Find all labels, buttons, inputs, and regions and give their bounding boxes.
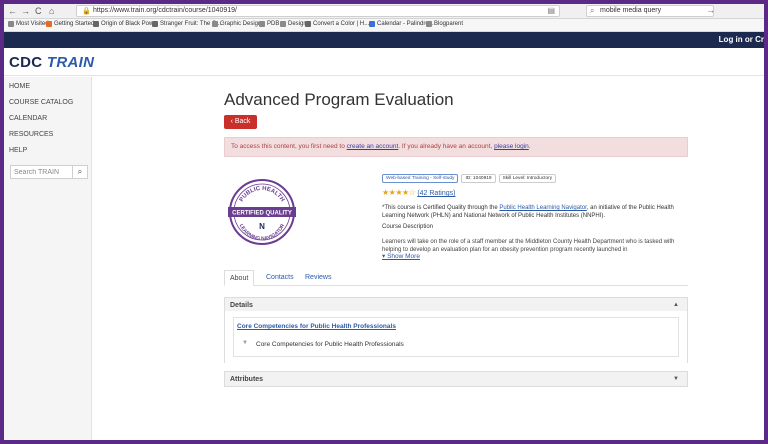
home-icon[interactable]: ⌂ [49,6,54,16]
rating-count-link[interactable]: (42 Ratings) [417,190,455,197]
competency-item: Core Competencies for Public Health Prof… [256,341,404,348]
tag-course-id: ID: 1040919 [461,174,496,183]
login-link-alert[interactable]: please login [494,143,529,150]
certified-quality-badge: PUBLIC HEALTH CERTIFIED QUALITY N LEARNI… [226,176,298,248]
course-tabs: About Contacts Reviews [224,270,688,286]
browser-search-value: mobile media query [600,7,662,14]
site-top-bar: Log in or Cr [4,32,764,48]
bookmark-favicon-icon [305,21,311,27]
badge-ribbon-text: CERTIFIED QUALITY [232,211,292,217]
chevron-down-icon: ▼ [673,376,679,382]
competency-link[interactable]: Core Competencies for Public Health Prof… [237,323,396,330]
bookmark-favicon-icon [152,21,158,27]
bookmark-label: Design [288,21,307,27]
sidebar-item-help[interactable]: HELP [9,147,27,154]
address-bar[interactable]: 🔒 https://www.train.org/cdctrain/course/… [76,5,560,17]
brand-train-text: TRAIN [46,54,95,71]
competency-box: Core Competencies for Public Health Prof… [233,317,679,357]
sidebar-item-resources[interactable]: RESOURCES [9,131,53,138]
bookmark-item[interactable]: Design [280,21,307,27]
tag-skill-level: Skill Level: Introductory [498,174,557,183]
create-account-link[interactable]: create an account [347,143,399,150]
tab-about[interactable]: About [224,270,255,286]
details-panel-body: Core Competencies for Public Health Prof… [224,311,688,363]
expand-triangle-icon[interactable]: ▼ [242,340,248,346]
bookmark-item[interactable]: Graphic Design [212,21,261,27]
sidebar-item-home[interactable]: HOME [9,83,30,90]
search-train-input[interactable] [11,166,71,178]
bookmark-label: Graphic Design [220,21,262,27]
back-arrow-icon[interactable]: ← [8,6,17,16]
attributes-title: Attributes [230,376,264,383]
reader-view-icon[interactable]: ▤ [547,6,555,15]
alert-prefix: To access this content, you first need t… [231,143,347,150]
svg-text:N: N [259,222,265,231]
bookmark-item[interactable]: Blogparent [426,21,463,27]
site-brand-bar: CDC TRAIN [4,48,764,76]
bookmark-item[interactable]: Origin of Black Pow... [93,21,158,27]
bookmark-favicon-icon [426,21,432,27]
alert-suffix: . [528,143,531,150]
forward-arrow-icon[interactable]: → [21,6,30,16]
badge-seal-icon: PUBLIC HEALTH CERTIFIED QUALITY N LEARNI… [228,179,296,245]
lock-icon: 🔒 [82,8,91,15]
bookmark-favicon-icon [46,21,52,27]
search-go-arrow-icon[interactable]: → [706,5,715,15]
login-link[interactable]: Log in or Cr [719,35,764,44]
attributes-panel-header[interactable]: Attributes ▼ [224,371,688,387]
course-tags: Web-based Training - Self-study ID: 1040… [382,174,557,183]
bookmark-favicon-icon [212,21,218,27]
course-description-text: Learners will take on the role of a staf… [382,239,675,253]
bookmark-favicon-icon [8,21,14,27]
bookmark-label: PDB [267,21,280,27]
back-button-label: Back [234,118,251,125]
bookmark-item[interactable]: Calendar - Palindro... [369,21,434,27]
chevron-left-icon: ‹ [230,118,233,125]
bookmark-label: Most Visited [16,21,49,27]
quality-note-prefix: *This course is Certified Quality throug… [382,205,500,211]
bookmark-item[interactable]: Most Visited [8,21,49,27]
bookmark-favicon-icon [280,21,286,27]
bookmark-item[interactable]: Stranger Fruit: The C... [152,21,221,27]
bookmark-favicon-icon [369,21,375,27]
search-icon: ⌕ [590,6,595,15]
back-button[interactable]: ‹ Back [224,115,257,129]
browser-toolbar: ← → C ⌂ 🔒 https://www.train.org/cdctrain… [4,4,764,19]
show-more-link[interactable]: ▾ Show More [382,252,420,260]
tab-contacts[interactable]: Contacts [266,270,294,286]
bookmark-label: Origin of Black Pow... [101,21,159,27]
tab-reviews[interactable]: Reviews [305,270,331,286]
details-title: Details [230,302,253,309]
bookmark-item[interactable]: Getting Started [46,21,94,27]
sidebar: HOME COURSE CATALOG CALENDAR RESOURCES H… [4,77,92,440]
sidebar-item-calendar[interactable]: CALENDAR [9,115,47,122]
bookmark-item[interactable]: PDB [259,21,279,27]
alert-middle: . If you already have an account, [398,143,495,150]
brand-cdc-text: CDC [9,54,43,71]
search-button-icon[interactable]: ⌕ [72,166,87,178]
rating-stars-icon: ★★★★☆ [382,188,416,197]
learning-navigator-link[interactable]: Public Health Learning Navigator [499,205,586,211]
browser-window: ← → C ⌂ 🔒 https://www.train.org/cdctrain… [4,4,764,440]
browser-search-box[interactable]: ⌕ mobile media query [586,5,714,17]
bookmark-label: Getting Started [54,21,95,27]
cdc-train-logo[interactable]: CDC TRAIN [9,54,94,71]
bookmark-label: Convert a Color | H... [313,21,370,27]
reload-icon[interactable]: C [35,6,42,16]
sidebar-search: ⌕ [10,165,88,179]
tag-training-type: Web-based Training - Self-study [382,174,459,183]
bookmark-item[interactable]: Convert a Color | H... [305,21,369,27]
bookmarks-bar: Most Visited Getting Started Origin of Bla… [4,19,764,32]
bookmark-favicon-icon [93,21,99,27]
page-title: Advanced Program Evaluation [224,90,454,109]
course-rating: ★★★★☆ (42 Ratings) [382,188,455,197]
bookmark-favicon-icon [259,21,265,27]
bookmark-label: Blogparent [434,21,464,27]
sidebar-item-course-catalog[interactable]: COURSE CATALOG [9,99,73,106]
login-alert: To access this content, you first need t… [224,137,688,157]
course-quality-note: *This course is Certified Quality throug… [382,204,688,220]
url-text: https://www.train.org/cdctrain/course/10… [93,7,237,14]
course-description-label: Course Description [382,224,434,230]
